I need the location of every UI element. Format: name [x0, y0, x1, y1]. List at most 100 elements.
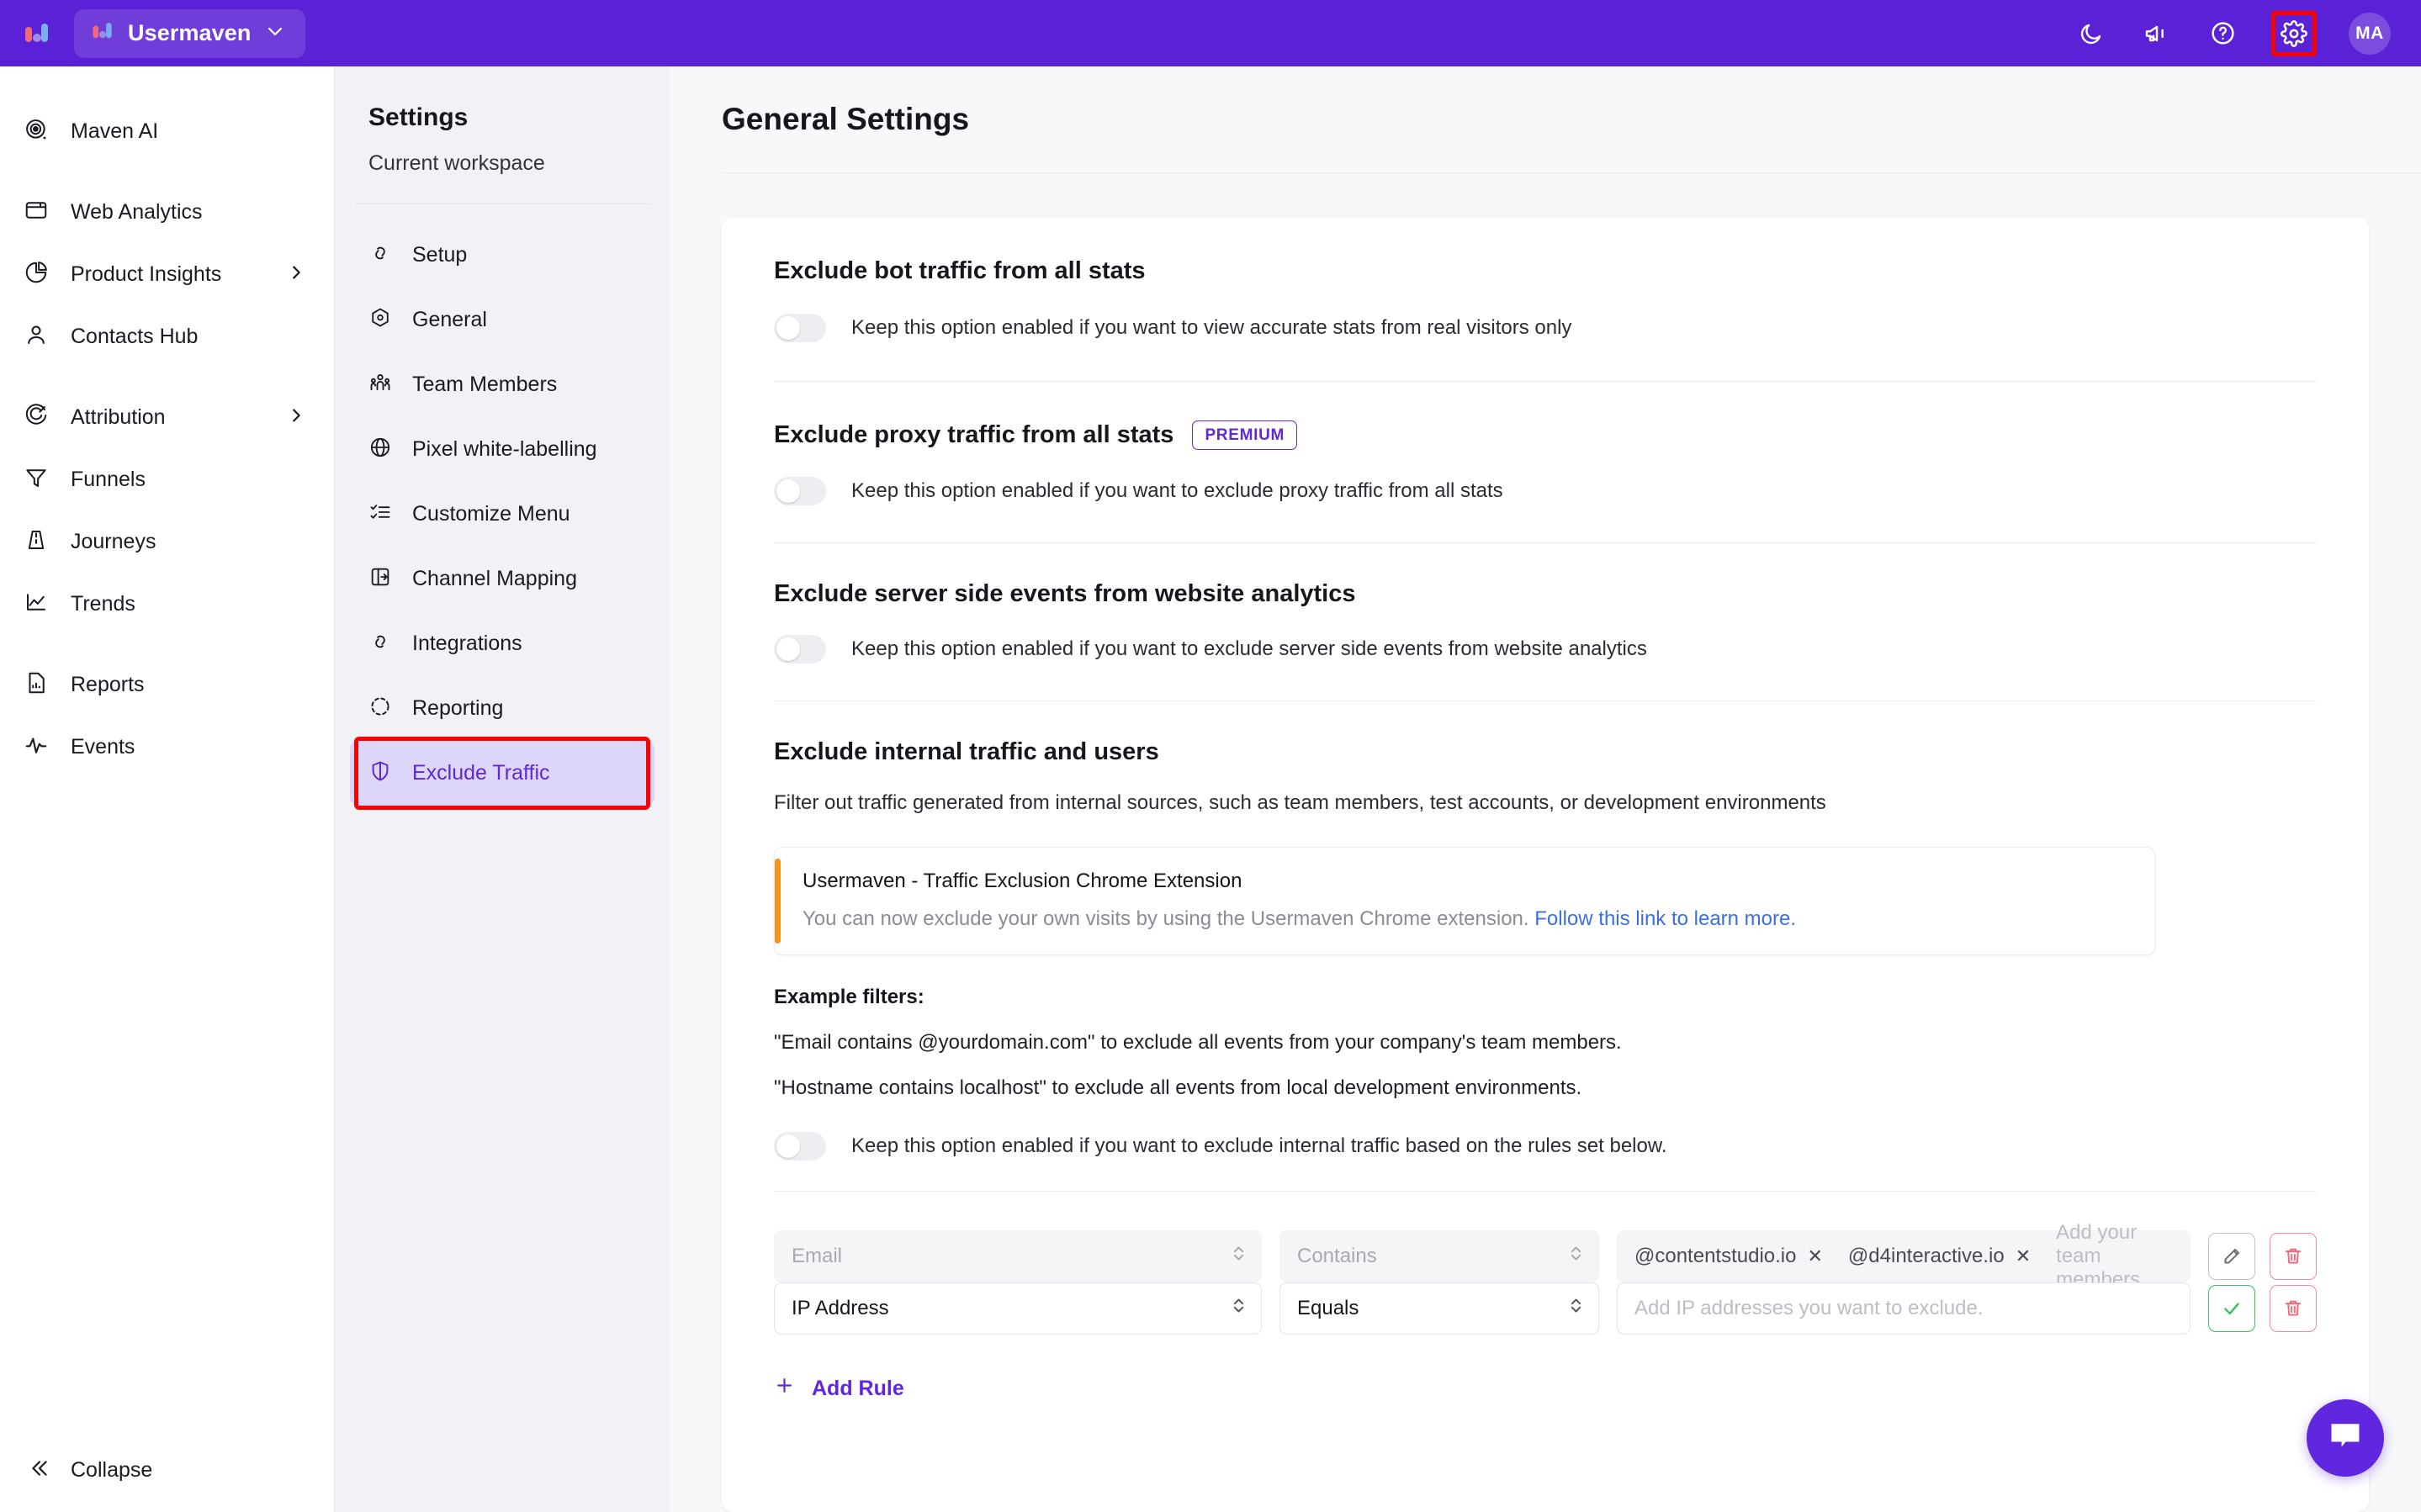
nav-spacer: [0, 635, 334, 653]
value-placeholder: Add your team members: [2056, 1221, 2173, 1292]
app-logo-icon[interactable]: [19, 15, 56, 52]
dashed-circle-icon: [368, 695, 392, 722]
subnav-item-team-members[interactable]: Team Members: [350, 352, 654, 417]
notice-text: You can now exclude your own visits by u…: [803, 907, 1796, 931]
edit-icon[interactable]: [2208, 1233, 2255, 1280]
sidebar-item-funnels[interactable]: Funnels: [0, 448, 334, 510]
avatar[interactable]: MA: [2349, 13, 2391, 55]
subnav-item-channel-mapping[interactable]: Channel Mapping: [350, 547, 654, 611]
globe-icon: [368, 436, 392, 463]
sidebar-item-product-insights[interactable]: Product Insights: [0, 243, 334, 305]
exclude-bot-traffic-toggle[interactable]: [774, 314, 826, 342]
gear-icon[interactable]: [2271, 11, 2317, 56]
value-placeholder: Add IP addresses you want to exclude.: [1634, 1297, 1983, 1320]
example-filter-line: "Email contains @yourdomain.com" to excl…: [774, 1031, 2317, 1055]
sidebar-item-attribution[interactable]: Attribution: [0, 386, 334, 448]
subnav-item-exclude-traffic[interactable]: Exclude Traffic: [350, 741, 654, 806]
chip-label: @d4interactive.io: [1848, 1245, 2005, 1268]
link-icon: [368, 241, 392, 269]
subnav-item-integrations[interactable]: Integrations: [350, 611, 654, 676]
chat-button[interactable]: [2307, 1399, 2384, 1477]
subnav-item-setup[interactable]: Setup: [350, 223, 654, 288]
section-heading: Exclude internal traffic and users: [774, 738, 2317, 766]
close-icon[interactable]: ✕: [1807, 1245, 1822, 1267]
help-icon[interactable]: [2206, 17, 2239, 50]
sidebar-item-maven-ai[interactable]: Maven AI: [0, 100, 334, 162]
megaphone-icon[interactable]: [2140, 17, 2174, 50]
user-icon: [24, 322, 49, 352]
add-rule-button[interactable]: Add Rule: [774, 1375, 2317, 1402]
subnav-item-reporting[interactable]: Reporting: [350, 676, 654, 741]
sidebar-item-events[interactable]: Events: [0, 716, 334, 778]
delete-icon[interactable]: [2270, 1285, 2317, 1332]
sidebar-item-reports[interactable]: Reports: [0, 653, 334, 716]
report-icon: [24, 670, 49, 700]
subnav-item-general[interactable]: General: [350, 288, 654, 352]
workspace-logo-icon: [91, 19, 114, 47]
rule-value-input[interactable]: @contentstudio.io ✕ @d4interactive.io ✕ …: [1617, 1230, 2191, 1282]
toggle-knob: [776, 637, 800, 661]
learn-more-link[interactable]: Follow this link to learn more.: [1534, 907, 1796, 930]
settings-card: Exclude bot traffic from all stats Keep …: [722, 217, 2369, 1512]
page-header: General Settings: [670, 66, 2421, 173]
rule-operator-select[interactable]: Equals: [1279, 1282, 1599, 1335]
collapse-sidebar-button[interactable]: Collapse: [0, 1428, 334, 1512]
table-row: Email Contains: [774, 1230, 2317, 1282]
rule-field-value: Email: [792, 1245, 842, 1268]
moon-icon[interactable]: [2074, 17, 2108, 50]
rule-field-value: IP Address: [792, 1297, 889, 1320]
sidebar-item-contacts-hub[interactable]: Contacts Hub: [0, 305, 334, 367]
subnav-item-pixel-white-labelling[interactable]: Pixel white-labelling: [350, 417, 654, 482]
subnav-item-label: Team Members: [412, 373, 557, 397]
section-exclude-bot-traffic: Exclude bot traffic from all stats Keep …: [722, 217, 2369, 342]
line-chart-icon: [24, 589, 49, 619]
chevron-updown-icon: [1569, 1294, 1583, 1324]
subnav-item-label: Integrations: [412, 632, 522, 656]
checklist-icon: [368, 500, 392, 528]
section-heading: Exclude server side events from website …: [774, 580, 2317, 608]
subnav-item-customize-menu[interactable]: Customize Menu: [350, 482, 654, 547]
notice-message: You can now exclude your own visits by u…: [803, 907, 1529, 930]
plus-icon: [774, 1375, 795, 1402]
chevron-right-icon: [287, 406, 305, 429]
table-row: IP Address Equals Add IP a: [774, 1282, 2317, 1335]
rule-field-select[interactable]: Email: [774, 1230, 1262, 1282]
subnav-subtitle: Current workspace: [335, 151, 670, 176]
notice-title: Usermaven - Traffic Exclusion Chrome Ext…: [803, 870, 1796, 893]
pulse-icon: [24, 732, 49, 762]
example-filter-line: "Hostname contains localhost" to exclude…: [774, 1076, 2317, 1100]
rule-operator-value: Contains: [1297, 1245, 1377, 1268]
section-heading: Exclude bot traffic from all stats: [774, 257, 2317, 285]
toggle-description: Keep this option enabled if you want to …: [851, 479, 1503, 503]
premium-badge: PREMIUM: [1192, 420, 1297, 450]
section-divider: [774, 1191, 2317, 1192]
sidebar-item-label: Attribution: [71, 405, 166, 430]
shield-icon: [368, 759, 392, 787]
sidebar-item-trends[interactable]: Trends: [0, 573, 334, 635]
exclude-internal-traffic-toggle[interactable]: [774, 1132, 826, 1160]
workspace-selector[interactable]: Usermaven: [74, 9, 305, 58]
sidebar-item-journeys[interactable]: Journeys: [0, 510, 334, 573]
rule-field-select[interactable]: IP Address: [774, 1282, 1262, 1335]
section-exclude-server-events: Exclude server side events from website …: [722, 543, 2369, 663]
sidebar-item-web-analytics[interactable]: Web Analytics: [0, 181, 334, 243]
confirm-icon[interactable]: [2208, 1285, 2255, 1332]
main-content: General Settings Exclude bot traffic fro…: [670, 66, 2421, 1512]
delete-icon[interactable]: [2270, 1233, 2317, 1280]
rule-operator-select[interactable]: Contains: [1279, 1230, 1599, 1282]
chevron-updown-icon: [1232, 1242, 1246, 1271]
sidebar-item-label: Web Analytics: [71, 200, 203, 225]
subnav-item-label: Reporting: [412, 696, 503, 721]
subnav-item-label: General: [412, 308, 487, 332]
toggle-description: Keep this option enabled if you want to …: [851, 1134, 1667, 1158]
exclude-server-events-toggle[interactable]: [774, 635, 826, 663]
hexagon-icon: [368, 306, 392, 334]
close-icon[interactable]: ✕: [2016, 1245, 2031, 1267]
link-icon: [368, 630, 392, 658]
exclude-proxy-traffic-toggle[interactable]: [774, 477, 826, 505]
channel-icon: [368, 565, 392, 593]
chevron-updown-icon: [1232, 1294, 1246, 1324]
rule-value-input[interactable]: Add IP addresses you want to exclude.: [1617, 1282, 2191, 1335]
sidebar-item-label: Funnels: [71, 468, 146, 492]
sidebar-item-label: Reports: [71, 673, 145, 697]
